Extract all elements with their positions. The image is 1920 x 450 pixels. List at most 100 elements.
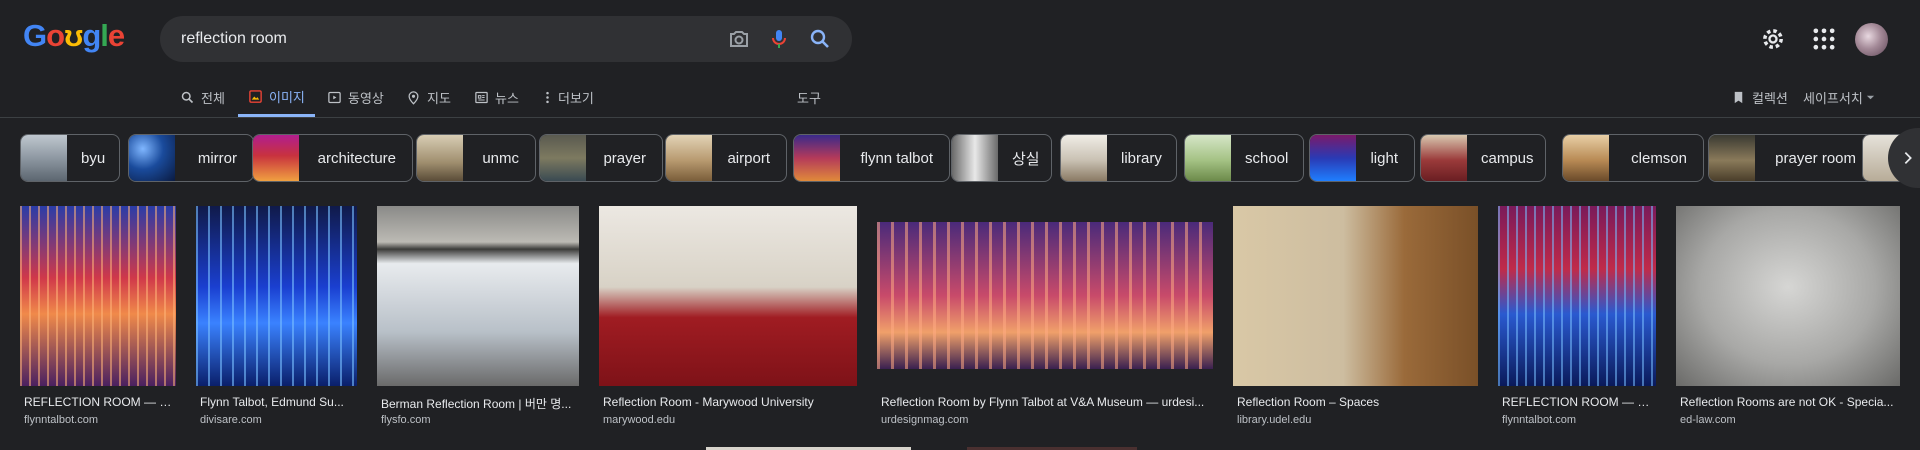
result-source[interactable]: flynntalbot.com bbox=[24, 414, 98, 426]
chip-light[interactable]: light bbox=[1309, 134, 1415, 182]
collections-label: 컬렉션 bbox=[1752, 91, 1788, 106]
microphone-icon[interactable] bbox=[767, 27, 791, 51]
chip-flynn-talbot[interactable]: flynn talbot bbox=[793, 134, 950, 182]
chip-label: mirror bbox=[197, 149, 237, 167]
chip-prayer-room[interactable]: prayer room bbox=[1708, 134, 1873, 182]
chip-label: unmc bbox=[482, 149, 519, 167]
tab-maps[interactable]: 지도 bbox=[406, 78, 451, 117]
result-title[interactable]: Reflection Room – Spaces bbox=[1237, 395, 1478, 409]
related-chips: byu mirror architecture unmc prayer airp… bbox=[20, 134, 1900, 182]
chip-thumbnail bbox=[952, 135, 998, 181]
chevron-right-icon bbox=[1904, 152, 1912, 164]
chip-thumbnail bbox=[1563, 135, 1609, 181]
chip-thumbnail bbox=[1185, 135, 1231, 181]
chip-prayer[interactable]: prayer bbox=[539, 134, 663, 182]
chip-campus[interactable]: campus bbox=[1420, 134, 1546, 182]
chip-label: prayer bbox=[603, 149, 646, 167]
chip-thumbnail bbox=[253, 135, 299, 181]
result-thumbnail[interactable] bbox=[20, 206, 176, 386]
map-pin-icon bbox=[408, 91, 419, 105]
chip-label: light bbox=[1370, 149, 1398, 167]
tab-all[interactable]: 전체 bbox=[180, 78, 225, 117]
avatar[interactable] bbox=[1855, 23, 1888, 56]
result-source[interactable]: divisare.com bbox=[200, 414, 262, 426]
chip-label: campus bbox=[1481, 149, 1534, 167]
search-input[interactable]: reflection room bbox=[181, 30, 287, 48]
chip-label: clemson bbox=[1631, 149, 1687, 167]
result-title[interactable]: Flynn Talbot, Edmund Su... bbox=[200, 395, 357, 409]
chip-mirror[interactable]: mirror bbox=[128, 134, 254, 182]
chip-byu[interactable]: byu bbox=[20, 134, 120, 182]
chip-school[interactable]: school bbox=[1184, 134, 1304, 182]
search-icon bbox=[181, 91, 194, 104]
chip-label: school bbox=[1245, 149, 1289, 167]
tab-news[interactable]: 뉴스 bbox=[474, 78, 519, 117]
camera-icon[interactable] bbox=[727, 27, 751, 51]
chip-label: architecture bbox=[317, 149, 396, 167]
chip-library[interactable]: library bbox=[1060, 134, 1177, 182]
chip-thumbnail bbox=[1709, 135, 1755, 181]
more-vert-icon bbox=[546, 91, 549, 104]
chip-label: airport bbox=[727, 149, 770, 167]
result-source[interactable]: marywood.edu bbox=[603, 414, 675, 426]
chip-loss[interactable]: 상실 bbox=[951, 134, 1052, 182]
result-thumbnail[interactable] bbox=[377, 206, 579, 386]
result-thumbnail[interactable] bbox=[1676, 206, 1900, 386]
tab-label: 이미지 bbox=[269, 89, 305, 105]
tab-videos[interactable]: 동영상 bbox=[327, 78, 384, 117]
image-icon bbox=[249, 89, 262, 103]
google-logo[interactable]: Goʊgle bbox=[23, 18, 125, 58]
result-source[interactable]: library.udel.edu bbox=[1237, 414, 1311, 426]
result-thumbnail[interactable] bbox=[1498, 206, 1656, 386]
tab-label: 더보기 bbox=[558, 91, 594, 106]
result-title[interactable]: Reflection Rooms are not OK - Specia... bbox=[1680, 395, 1900, 409]
chip-thumbnail bbox=[540, 135, 586, 181]
search-icon[interactable] bbox=[808, 27, 832, 51]
video-icon bbox=[328, 91, 341, 104]
safesearch-button[interactable]: 세이프서치 bbox=[1803, 78, 1875, 117]
chevron-down-icon bbox=[1866, 95, 1874, 100]
result-title[interactable]: Reflection Room - Marywood University bbox=[603, 395, 857, 409]
tab-more[interactable]: 더보기 bbox=[540, 78, 594, 117]
result-source[interactable]: flysfo.com bbox=[381, 414, 431, 426]
collections-button[interactable]: 컬렉션 bbox=[1731, 78, 1788, 117]
bookmark-icon bbox=[1734, 91, 1743, 104]
result-title[interactable]: Reflection Room by Flynn Talbot at V&A M… bbox=[881, 395, 1213, 409]
tools-button[interactable]: 도구 bbox=[797, 78, 821, 117]
result-source[interactable]: flynntalbot.com bbox=[1502, 414, 1576, 426]
chip-thumbnail bbox=[417, 135, 463, 181]
result-title[interactable]: Berman Reflection Room | 버만 명... bbox=[381, 395, 579, 412]
chip-thumbnail bbox=[129, 135, 175, 181]
result-title[interactable]: REFLECTION ROOM — FL... bbox=[24, 395, 176, 409]
chip-label: prayer room bbox=[1775, 149, 1856, 167]
chip-thumbnail bbox=[1421, 135, 1467, 181]
result-title[interactable]: REFLECTION ROOM — FL... bbox=[1502, 395, 1656, 409]
chip-thumbnail bbox=[794, 135, 840, 181]
search-tabs: 전체 이미지 동영상 지도 뉴스 더보기 도구 컬렉션 세이프서치 bbox=[0, 78, 1920, 118]
chip-thumbnail bbox=[666, 135, 712, 181]
search-box[interactable]: reflection room bbox=[160, 16, 852, 62]
result-thumbnail[interactable] bbox=[877, 222, 1213, 369]
chip-airport[interactable]: airport bbox=[665, 134, 787, 182]
chip-architecture[interactable]: architecture bbox=[252, 134, 413, 182]
chip-label: flynn talbot bbox=[860, 149, 933, 167]
chip-thumbnail bbox=[1061, 135, 1107, 181]
chip-thumbnail bbox=[1310, 135, 1356, 181]
result-source[interactable]: urdesignmag.com bbox=[881, 414, 968, 426]
result-thumbnail[interactable] bbox=[1233, 206, 1478, 386]
result-thumbnail[interactable] bbox=[599, 206, 857, 386]
chip-clemson[interactable]: clemson bbox=[1562, 134, 1704, 182]
chip-unmc[interactable]: unmc bbox=[416, 134, 536, 182]
result-thumbnail[interactable] bbox=[196, 206, 357, 386]
news-icon bbox=[475, 91, 488, 104]
tab-label: 뉴스 bbox=[495, 91, 519, 106]
chip-label: 상실 bbox=[1012, 150, 1040, 168]
chip-label: byu bbox=[81, 149, 106, 167]
tab-images[interactable]: 이미지 bbox=[238, 78, 315, 117]
apps-grid-icon[interactable] bbox=[1810, 25, 1838, 53]
header: Goʊgle reflection room bbox=[0, 0, 1920, 78]
gear-icon[interactable] bbox=[1759, 25, 1787, 53]
tools-label: 도구 bbox=[797, 91, 821, 106]
result-source[interactable]: ed-law.com bbox=[1680, 414, 1736, 426]
chip-label: library bbox=[1121, 149, 1162, 167]
